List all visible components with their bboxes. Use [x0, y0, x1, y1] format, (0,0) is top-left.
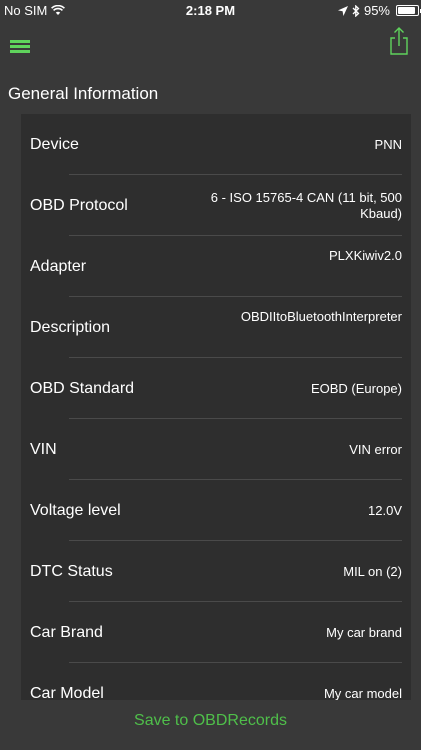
info-row: Device PNN: [21, 114, 411, 175]
info-row: Adapter PLXKiwiv2.0: [21, 236, 411, 297]
share-icon[interactable]: [387, 26, 411, 56]
section-title: General Information: [8, 84, 159, 103]
info-row-label: OBD Standard: [30, 379, 135, 397]
info-row-value: My car brand: [326, 624, 402, 640]
info-row-value: EOBD (Europe): [310, 380, 402, 396]
nav-bar: [0, 22, 421, 72]
info-row: Car Model My car model: [21, 663, 411, 701]
status-right: 95%: [337, 3, 421, 18]
info-row-label: Voltage level: [30, 501, 121, 519]
info-row-value: OBDIItoBluetoothInterpreter: [240, 309, 402, 324]
info-row-value: My car model: [323, 685, 402, 701]
hamburger-menu-icon[interactable]: [10, 34, 36, 58]
info-row-label: Description: [30, 318, 111, 336]
location-arrow-icon: [337, 5, 348, 16]
info-row-value: VIN error: [349, 441, 402, 457]
info-row: VIN VIN error: [21, 419, 411, 480]
battery-percent: 95%: [363, 3, 390, 18]
info-row-label: Device: [30, 135, 79, 153]
battery-icon: [396, 5, 421, 16]
info-row-label: VIN: [30, 440, 57, 458]
bluetooth-icon: [352, 4, 360, 17]
info-row-value: PLXKiwiv2.0: [329, 248, 402, 263]
info-row: Car Brand My car brand: [21, 602, 411, 663]
general-info-list: Device PNN OBD Protocol 6 - ISO 15765-4 CAN…: [21, 114, 411, 700]
info-row: Description OBDIItoBluetoothInterpreter: [21, 297, 411, 358]
battery-fill: [398, 7, 415, 14]
info-row-value: PNN: [374, 136, 402, 152]
info-row-label: OBD Protocol: [30, 196, 128, 214]
status-bar: No SIM 2:18 PM 95%: [0, 0, 421, 22]
info-row-label: DTC Status: [30, 562, 113, 580]
info-row-label: Car Model: [30, 684, 104, 701]
info-row: Voltage level 12.0V: [21, 480, 411, 541]
info-row: OBD Protocol 6 - ISO 15765-4 CAN (11 bit,…: [21, 175, 411, 236]
info-row-value: MIL on (2): [343, 563, 402, 579]
save-to-obdrecords-button[interactable]: Save to OBDRecords: [0, 712, 421, 730]
info-row-value: 12.0V: [368, 502, 402, 518]
info-row: OBD Standard EOBD (Europe): [21, 358, 411, 419]
info-row-label: Adapter: [30, 257, 87, 275]
info-row-value: 6 - ISO 15765-4 CAN (11 bit, 500 Kbaud): [210, 189, 402, 221]
screen: No SIM 2:18 PM 95% General Information D…: [0, 0, 421, 750]
info-row: DTC Status MIL on (2): [21, 541, 411, 602]
info-row-label: Car Brand: [30, 623, 103, 641]
